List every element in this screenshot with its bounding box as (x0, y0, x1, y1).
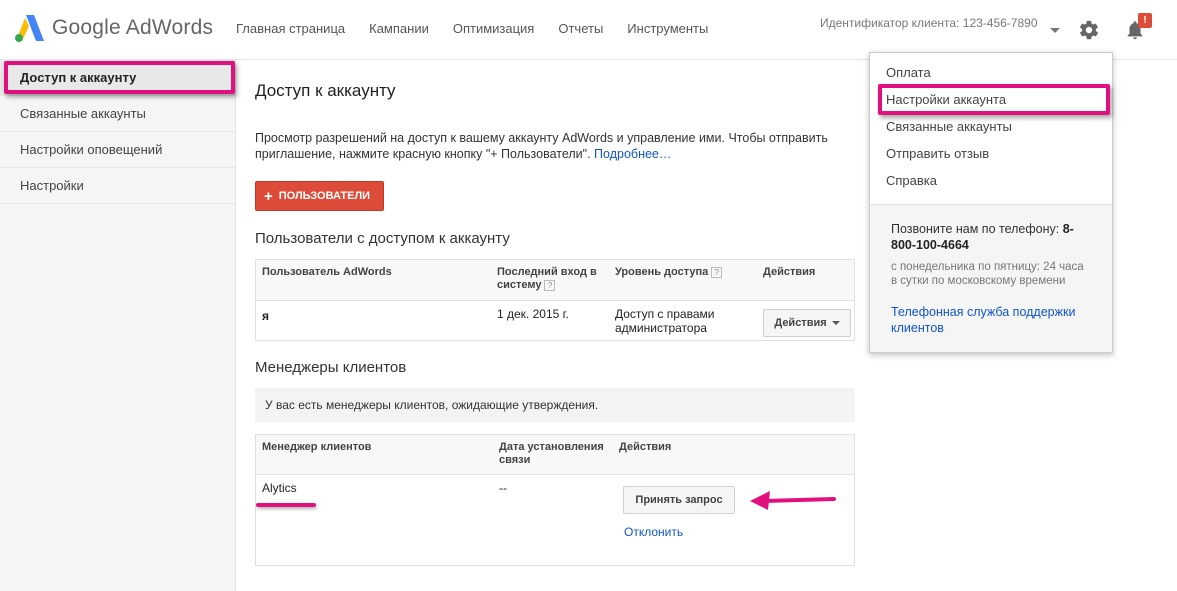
learn-more-link[interactable]: Подробнее… (594, 147, 671, 161)
manager-name: Alytics (262, 481, 297, 495)
account-switcher-caret-icon[interactable] (1050, 28, 1060, 33)
page-title: Доступ к аккаунту (255, 81, 396, 100)
client-id: Идентификатор клиента: 123-456-7890 (820, 16, 1038, 30)
col-adwords-user: Пользователь AdWords (262, 266, 392, 278)
sidebar-highlight-annotation (4, 61, 235, 94)
help-icon[interactable]: ? (544, 279, 556, 291)
col-manager-actions: Действия (619, 441, 672, 453)
menu-item-linked-accounts[interactable]: Связанные аккаунты (886, 119, 1012, 134)
col-last-login: Последний вход в систему? (497, 266, 607, 292)
add-users-label: ПОЛЬЗОВАТЕЛИ (278, 190, 371, 202)
arrow-annotation-icon (750, 491, 836, 510)
decline-link[interactable]: Отклонить (624, 525, 683, 539)
link-date: -- (499, 481, 507, 495)
nav-tools[interactable]: Инструменты (627, 21, 708, 36)
logo-text: Google AdWords (52, 16, 214, 39)
plus-icon: + (264, 187, 273, 205)
menu-item-send-feedback[interactable]: Отправить отзыв (886, 146, 989, 161)
users-table-header: Пользователь AdWords Последний вход в си… (256, 260, 854, 301)
sidebar-item-notification-settings[interactable]: Настройки оповещений (0, 132, 235, 168)
accept-request-button[interactable]: Принять запрос (623, 486, 735, 514)
user-name: я (262, 309, 270, 323)
support-panel: Позвоните нам по телефону: 8-800-100-466… (870, 204, 1112, 352)
support-phone: Позвоните нам по телефону: 8-800-100-466… (891, 221, 1096, 253)
col-link-date: Дата установления связи (499, 441, 604, 466)
col-access-level: Уровень доступа? (615, 266, 723, 279)
settings-dropdown-menu: Оплата Настройки аккаунта Связанные акка… (869, 52, 1113, 353)
gear-icon[interactable] (1078, 19, 1100, 41)
menu-item-billing[interactable]: Оплата (886, 65, 931, 80)
support-link[interactable]: Телефонная служба поддержки клиентов (891, 304, 1101, 336)
notification-badge[interactable]: ! (1138, 13, 1152, 28)
actions-dropdown-button[interactable]: Действия (763, 309, 851, 337)
nav-optimization[interactable]: Оптимизация (453, 21, 535, 36)
table-row: Alytics -- Принять запрос Отклонить (256, 475, 854, 565)
help-icon[interactable]: ? (711, 266, 723, 278)
sidebar: Доступ к аккаунту Связанные аккаунты Нас… (0, 60, 236, 591)
adwords-logo[interactable]: Google AdWords (14, 12, 213, 44)
intro-text: Просмотр разрешений на доступ к вашему а… (255, 130, 855, 162)
managers-table: Менеджер клиентов Дата установления связ… (255, 434, 855, 566)
menu-item-help[interactable]: Справка (886, 173, 937, 188)
managers-table-header: Менеджер клиентов Дата установления связ… (256, 435, 854, 475)
col-access-level-label: Уровень доступа (615, 266, 709, 278)
intro-body: Просмотр разрешений на доступ к вашему а… (255, 131, 828, 161)
col-client-manager: Менеджер клиентов (262, 441, 372, 453)
menu-highlight-annotation (878, 84, 1110, 115)
nav-reports[interactable]: Отчеты (558, 21, 603, 36)
add-users-button[interactable]: + ПОЛЬЗОВАТЕЛИ (255, 181, 384, 211)
sidebar-item-linked-accounts[interactable]: Связанные аккаунты (0, 96, 235, 132)
phone-label: Позвоните нам по телефону: (891, 222, 1060, 236)
users-table: Пользователь AdWords Последний вход в си… (255, 259, 855, 341)
users-section-title: Пользователи с доступом к аккаунту (255, 230, 510, 247)
nav-campaigns[interactable]: Кампании (369, 21, 429, 36)
access-level: Доступ с правами администратора (615, 307, 715, 335)
table-row: я 1 дек. 2015 г. Доступ с правами админи… (256, 301, 854, 341)
actions-label: Действия (774, 317, 827, 329)
col-actions: Действия (763, 266, 816, 278)
nav-home[interactable]: Главная страница (236, 21, 345, 36)
sidebar-item-settings[interactable]: Настройки (0, 168, 235, 204)
top-bar: Google AdWords Главная страница Кампании… (0, 0, 1177, 60)
managers-section-title: Менеджеры клиентов (255, 359, 407, 376)
manager-underline-annotation (256, 503, 316, 507)
main-nav: Главная страница Кампании Оптимизация От… (236, 21, 732, 36)
pending-managers-notice: У вас есть менеджеры клиентов, ожидающие… (255, 388, 855, 422)
last-login-date: 1 дек. 2015 г. (497, 307, 569, 321)
support-hours: с понедельника по пятницу: 24 часа в сут… (891, 261, 1084, 287)
adwords-logo-icon (15, 15, 44, 42)
chevron-down-icon (831, 321, 840, 325)
